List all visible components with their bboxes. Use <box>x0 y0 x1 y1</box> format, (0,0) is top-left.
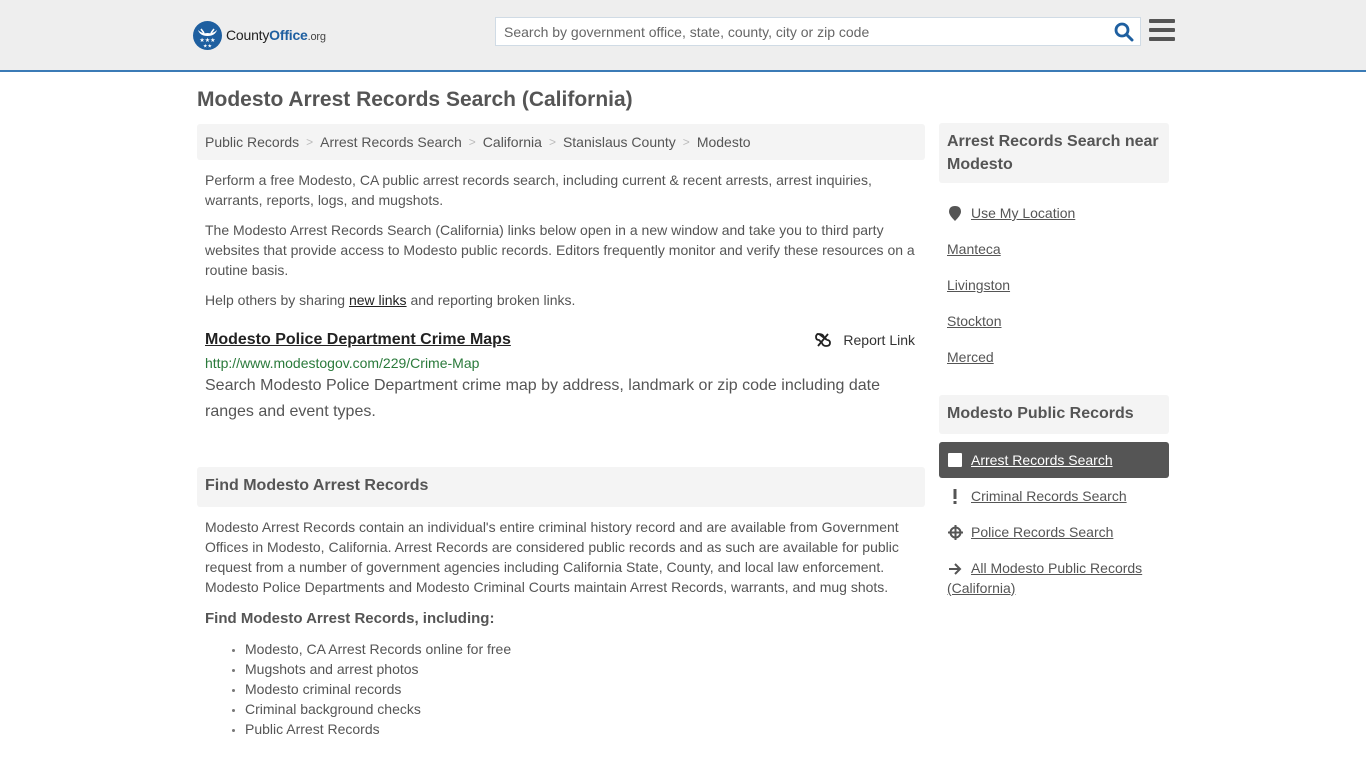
eagle-stars-logo-icon: ★★★ ★★ <box>193 20 222 50</box>
sidebar-link-all-public-records[interactable]: All Modesto Public Records (California) <box>947 560 1142 596</box>
list-item: Modesto criminal records <box>245 679 925 699</box>
use-my-location-item[interactable]: Use My Location <box>939 195 1169 231</box>
find-records-subheading: Find Modesto Arrest Records, including: <box>205 610 495 627</box>
nearby-heading: Arrest Records Search near Modesto <box>939 123 1169 183</box>
sidebar-item-arrest-records[interactable]: Arrest Records Search <box>939 442 1169 478</box>
search-icon[interactable] <box>1114 22 1134 42</box>
list-item: Mugshots and arrest photos <box>245 659 925 679</box>
resource-link-title[interactable]: Modesto Police Department Crime Maps <box>205 330 511 350</box>
nearby-list: Use My Location Manteca Livingston Stock… <box>939 195 1169 375</box>
hamburger-menu-icon[interactable] <box>1149 19 1175 43</box>
main-content: Public Records > Arrest Records Search >… <box>197 124 925 739</box>
nearby-city-livingston[interactable]: Livingston <box>947 277 1010 293</box>
breadcrumb: Public Records > Arrest Records Search >… <box>197 124 925 160</box>
list-item: Modesto, CA Arrest Records online for fr… <box>245 639 925 659</box>
intro-paragraph: Perform a free Modesto, CA public arrest… <box>205 172 872 208</box>
menu-bar <box>1149 19 1175 23</box>
nearby-city-item[interactable]: Livingston <box>939 267 1169 303</box>
breadcrumb-separator: > <box>468 135 476 149</box>
list-item: Public Arrest Records <box>245 719 925 739</box>
list-item: Criminal background checks <box>245 699 925 719</box>
breadcrumb-public-records[interactable]: Public Records <box>205 134 299 150</box>
search-input[interactable] <box>496 18 1106 45</box>
page-title: Modesto Arrest Records Search (Californi… <box>197 88 633 111</box>
report-link-button[interactable]: Report Link <box>815 332 915 348</box>
breadcrumb-california[interactable]: California <box>483 134 542 150</box>
resource-link-card: Modesto Police Department Crime Maps Rep… <box>197 330 925 425</box>
nearby-city-item[interactable]: Merced <box>939 339 1169 375</box>
map-marker-icon <box>947 205 963 221</box>
new-links-link[interactable]: new links <box>349 292 407 308</box>
broken-link-icon <box>815 333 832 347</box>
logo-text: CountyOffice.org <box>226 27 326 43</box>
use-my-location-link[interactable]: Use My Location <box>971 205 1075 221</box>
public-records-heading: Modesto Public Records <box>939 395 1169 434</box>
crosshairs-icon <box>947 524 963 540</box>
nearby-city-manteca[interactable]: Manteca <box>947 241 1001 257</box>
nearby-city-stockton[interactable]: Stockton <box>947 313 1001 329</box>
svg-text:★★: ★★ <box>203 43 212 49</box>
sidebar-link-arrest-records[interactable]: Arrest Records Search <box>971 452 1113 468</box>
sidebar-item-all-public-records[interactable]: All Modesto Public Records (California) <box>939 550 1169 598</box>
nearby-city-item[interactable]: Manteca <box>939 231 1169 267</box>
nearby-city-merced[interactable]: Merced <box>947 349 994 365</box>
breadcrumb-arrest-records-search[interactable]: Arrest Records Search <box>320 134 462 150</box>
breadcrumb-separator: > <box>306 135 314 149</box>
menu-bar <box>1149 37 1175 41</box>
sidebar: Arrest Records Search near Modesto Use M… <box>939 123 1169 598</box>
sidebar-item-criminal-records[interactable]: Criminal Records Search <box>939 478 1169 514</box>
site-header: ★★★ ★★ CountyOffice.org <box>0 0 1366 72</box>
resource-link-description: Search Modesto Police Department crime m… <box>205 377 880 420</box>
breadcrumb-separator: > <box>548 135 556 149</box>
public-records-list: Arrest Records Search Criminal Records S… <box>939 442 1169 598</box>
resource-link-url: http://www.modestogov.com/229/Crime-Map <box>205 355 480 371</box>
disclaimer-paragraph: The Modesto Arrest Records Search (Calif… <box>205 222 915 278</box>
breadcrumb-modesto[interactable]: Modesto <box>697 134 751 150</box>
menu-bar <box>1149 28 1175 32</box>
exclamation-icon <box>947 488 963 504</box>
site-logo[interactable]: ★★★ ★★ CountyOffice.org <box>193 20 326 50</box>
arrow-right-icon <box>947 563 963 575</box>
find-records-body: Modesto Arrest Records contain an indivi… <box>205 519 899 595</box>
sidebar-link-criminal-records[interactable]: Criminal Records Search <box>971 488 1127 504</box>
find-records-list: Modesto, CA Arrest Records online for fr… <box>197 639 925 739</box>
sidebar-item-police-records[interactable]: Police Records Search <box>939 514 1169 550</box>
breadcrumb-separator: > <box>682 135 690 149</box>
find-records-heading: Find Modesto Arrest Records <box>197 467 925 507</box>
breadcrumb-stanislaus-county[interactable]: Stanislaus County <box>563 134 676 150</box>
nearby-city-item[interactable]: Stockton <box>939 303 1169 339</box>
site-search <box>495 17 1141 46</box>
sidebar-link-police-records[interactable]: Police Records Search <box>971 524 1113 540</box>
share-links-paragraph: Help others by sharing new links and rep… <box>205 292 576 308</box>
square-icon <box>947 453 963 467</box>
